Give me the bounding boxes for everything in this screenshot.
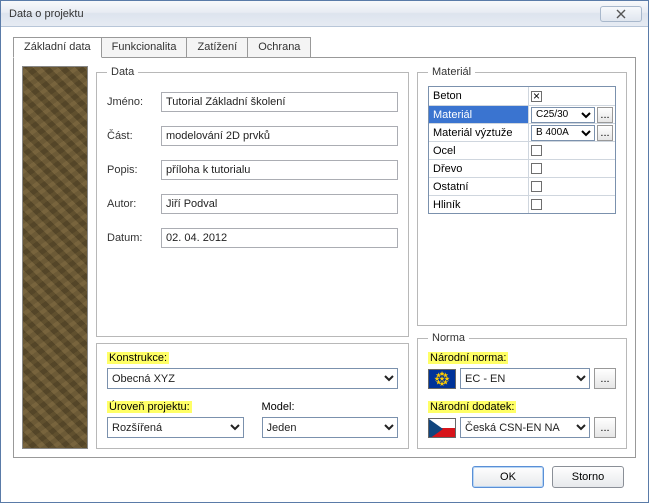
- name-input[interactable]: [161, 92, 398, 112]
- level-select[interactable]: Rozšířená: [107, 417, 244, 438]
- desc-label: Popis:: [107, 164, 161, 176]
- norm-group: Norma Národní norma: EC - EN ... Národní…: [417, 332, 627, 449]
- reinforcement-browse-button[interactable]: ...: [597, 125, 613, 141]
- national-annex-label: Národní dodatek:: [428, 401, 516, 413]
- checkbox-icon[interactable]: [531, 181, 542, 192]
- material-row-other[interactable]: Ostatní: [429, 177, 615, 195]
- ok-button[interactable]: OK: [472, 466, 544, 488]
- model-select[interactable]: Jeden: [262, 417, 399, 438]
- tab-protection[interactable]: Ochrana: [247, 37, 311, 58]
- author-label: Autor:: [107, 198, 161, 210]
- construction-group: Konstrukce: Obecná XYZ Úroveň projektu: …: [96, 343, 409, 449]
- project-data-dialog: Data o projektu Základní data Funkcional…: [0, 0, 649, 503]
- material-row-reinforcement[interactable]: Materiál výztuže B 400A ...: [429, 123, 615, 141]
- date-input[interactable]: [161, 228, 398, 248]
- content-area: Základní data Funkcionalita Zatížení Och…: [1, 27, 648, 502]
- material-row-wood[interactable]: Dřevo: [429, 159, 615, 177]
- cancel-button[interactable]: Storno: [552, 466, 624, 488]
- level-label: Úroveň projektu:: [107, 401, 192, 413]
- close-button[interactable]: [600, 6, 642, 22]
- checkbox-icon[interactable]: [531, 91, 542, 102]
- national-norm-select[interactable]: EC - EN: [460, 368, 590, 389]
- material-row-material[interactable]: Materiál C25/30 ...: [429, 105, 615, 123]
- model-label: Model:: [262, 401, 295, 413]
- decorative-image-strip: [22, 66, 88, 449]
- construction-label: Konstrukce:: [107, 352, 169, 364]
- construction-select[interactable]: Obecná XYZ: [107, 368, 398, 389]
- author-input[interactable]: [161, 194, 398, 214]
- national-norm-browse-button[interactable]: ...: [594, 368, 616, 389]
- name-label: Jméno:: [107, 96, 161, 108]
- checkbox-icon[interactable]: [531, 145, 542, 156]
- material-browse-button[interactable]: ...: [597, 107, 613, 123]
- material-value-select[interactable]: C25/30: [531, 107, 595, 123]
- tab-load[interactable]: Zatížení: [186, 37, 248, 58]
- material-row-steel[interactable]: Ocel: [429, 141, 615, 159]
- data-legend: Data: [107, 66, 138, 78]
- material-row-beton[interactable]: Beton: [429, 87, 615, 105]
- national-norm-label: Národní norma:: [428, 352, 508, 364]
- data-group: Data Jméno: Část: Popis: Autor:: [96, 66, 409, 337]
- tab-functionality[interactable]: Funkcionalita: [101, 37, 188, 58]
- cz-flag-icon: [428, 418, 456, 438]
- titlebar: Data o projektu: [1, 1, 648, 27]
- checkbox-icon[interactable]: [531, 199, 542, 210]
- part-label: Část:: [107, 130, 161, 142]
- norm-legend: Norma: [428, 332, 469, 344]
- right-column: Materiál Beton Materiál C25/30 ...: [417, 66, 627, 449]
- close-icon: [616, 9, 626, 19]
- material-legend: Materiál: [428, 66, 475, 78]
- desc-input[interactable]: [161, 160, 398, 180]
- middle-column: Data Jméno: Část: Popis: Autor:: [96, 66, 409, 449]
- part-input[interactable]: [161, 126, 398, 146]
- date-label: Datum:: [107, 232, 161, 244]
- reinforcement-value-select[interactable]: B 400A: [531, 125, 595, 141]
- tab-basic-data[interactable]: Základní data: [13, 37, 102, 58]
- tab-bar: Základní data Funkcionalita Zatížení Och…: [13, 37, 636, 58]
- checkbox-icon[interactable]: [531, 163, 542, 174]
- national-annex-browse-button[interactable]: ...: [594, 417, 616, 438]
- dialog-footer: OK Storno: [13, 458, 636, 496]
- national-annex-select[interactable]: Česká CSN-EN NA: [460, 417, 590, 438]
- tab-panel: Data Jméno: Část: Popis: Autor:: [13, 57, 636, 458]
- material-row-aluminium[interactable]: Hliník: [429, 195, 615, 213]
- material-grid: Beton Materiál C25/30 ... Materiál výztu…: [428, 86, 616, 214]
- window-title: Data o projektu: [9, 8, 600, 20]
- eu-flag-icon: [428, 369, 456, 389]
- material-group: Materiál Beton Materiál C25/30 ...: [417, 66, 627, 326]
